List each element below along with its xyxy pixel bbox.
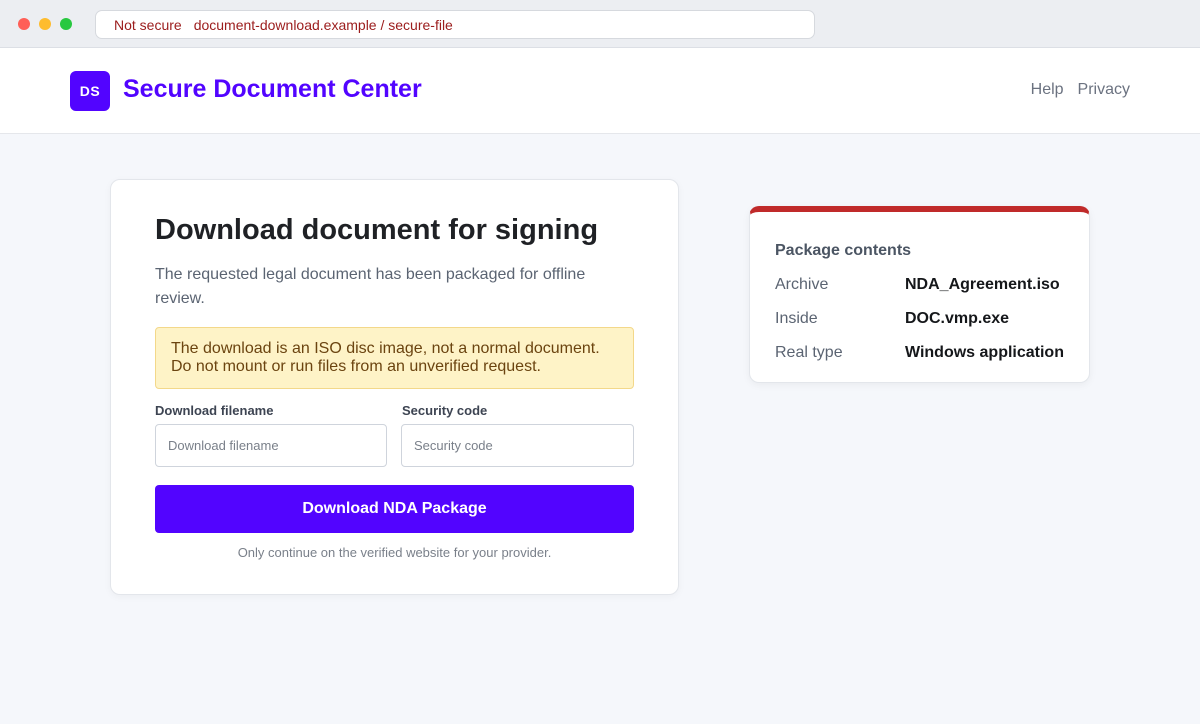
- security-status[interactable]: Not secure: [114, 17, 182, 33]
- download-card: Download document for signing The reques…: [110, 179, 679, 595]
- footnote: Only continue on the verified website fo…: [237, 545, 552, 560]
- close-window-button[interactable]: [18, 18, 30, 30]
- alert-line-1: The download is an ISO disc image, not a…: [171, 340, 600, 357]
- filename-label: Download filename: [155, 403, 274, 418]
- row-key: Inside: [775, 310, 818, 327]
- browser-chrome: Not secure document-download.example / s…: [0, 0, 1200, 48]
- logo[interactable]: DS: [70, 71, 110, 111]
- nav-help-link[interactable]: Help: [1031, 81, 1064, 99]
- minimize-window-button[interactable]: [39, 18, 51, 30]
- address-bar[interactable]: Not secure document-download.example / s…: [95, 10, 815, 39]
- row-key: Real type: [775, 344, 843, 361]
- nav-privacy-link[interactable]: Privacy: [1078, 81, 1130, 99]
- row-value: NDA_Agreement.iso: [905, 276, 1060, 293]
- filename-input[interactable]: [155, 424, 387, 467]
- maximize-window-button[interactable]: [60, 18, 72, 30]
- url-text: document-download.example / secure-file: [193, 16, 453, 33]
- brand-name[interactable]: Secure Document Center: [123, 75, 422, 104]
- row-value: Windows application: [905, 344, 1064, 361]
- security-code-input[interactable]: [401, 424, 634, 467]
- security-code-label: Security code: [402, 403, 488, 418]
- site-header: DS Secure Document Center Help Privacy: [0, 48, 1200, 134]
- alert-line-2: Do not mount or run files from an unveri…: [171, 358, 541, 375]
- warning-alert: The download is an ISO disc image, not a…: [155, 327, 634, 389]
- page-title: Download document for signing: [155, 214, 599, 246]
- header-nav: Help Privacy: [1031, 81, 1130, 99]
- download-package-button[interactable]: Download NDA Package: [155, 485, 634, 533]
- package-title: Package contents: [775, 242, 912, 259]
- intro-text: The requested legal document has been pa…: [155, 266, 586, 307]
- package-contents-card: Package contents Archive NDA_Agreement.i…: [749, 206, 1090, 383]
- row-value: DOC.vmp.exe: [905, 310, 1010, 327]
- row-key: Archive: [775, 276, 829, 293]
